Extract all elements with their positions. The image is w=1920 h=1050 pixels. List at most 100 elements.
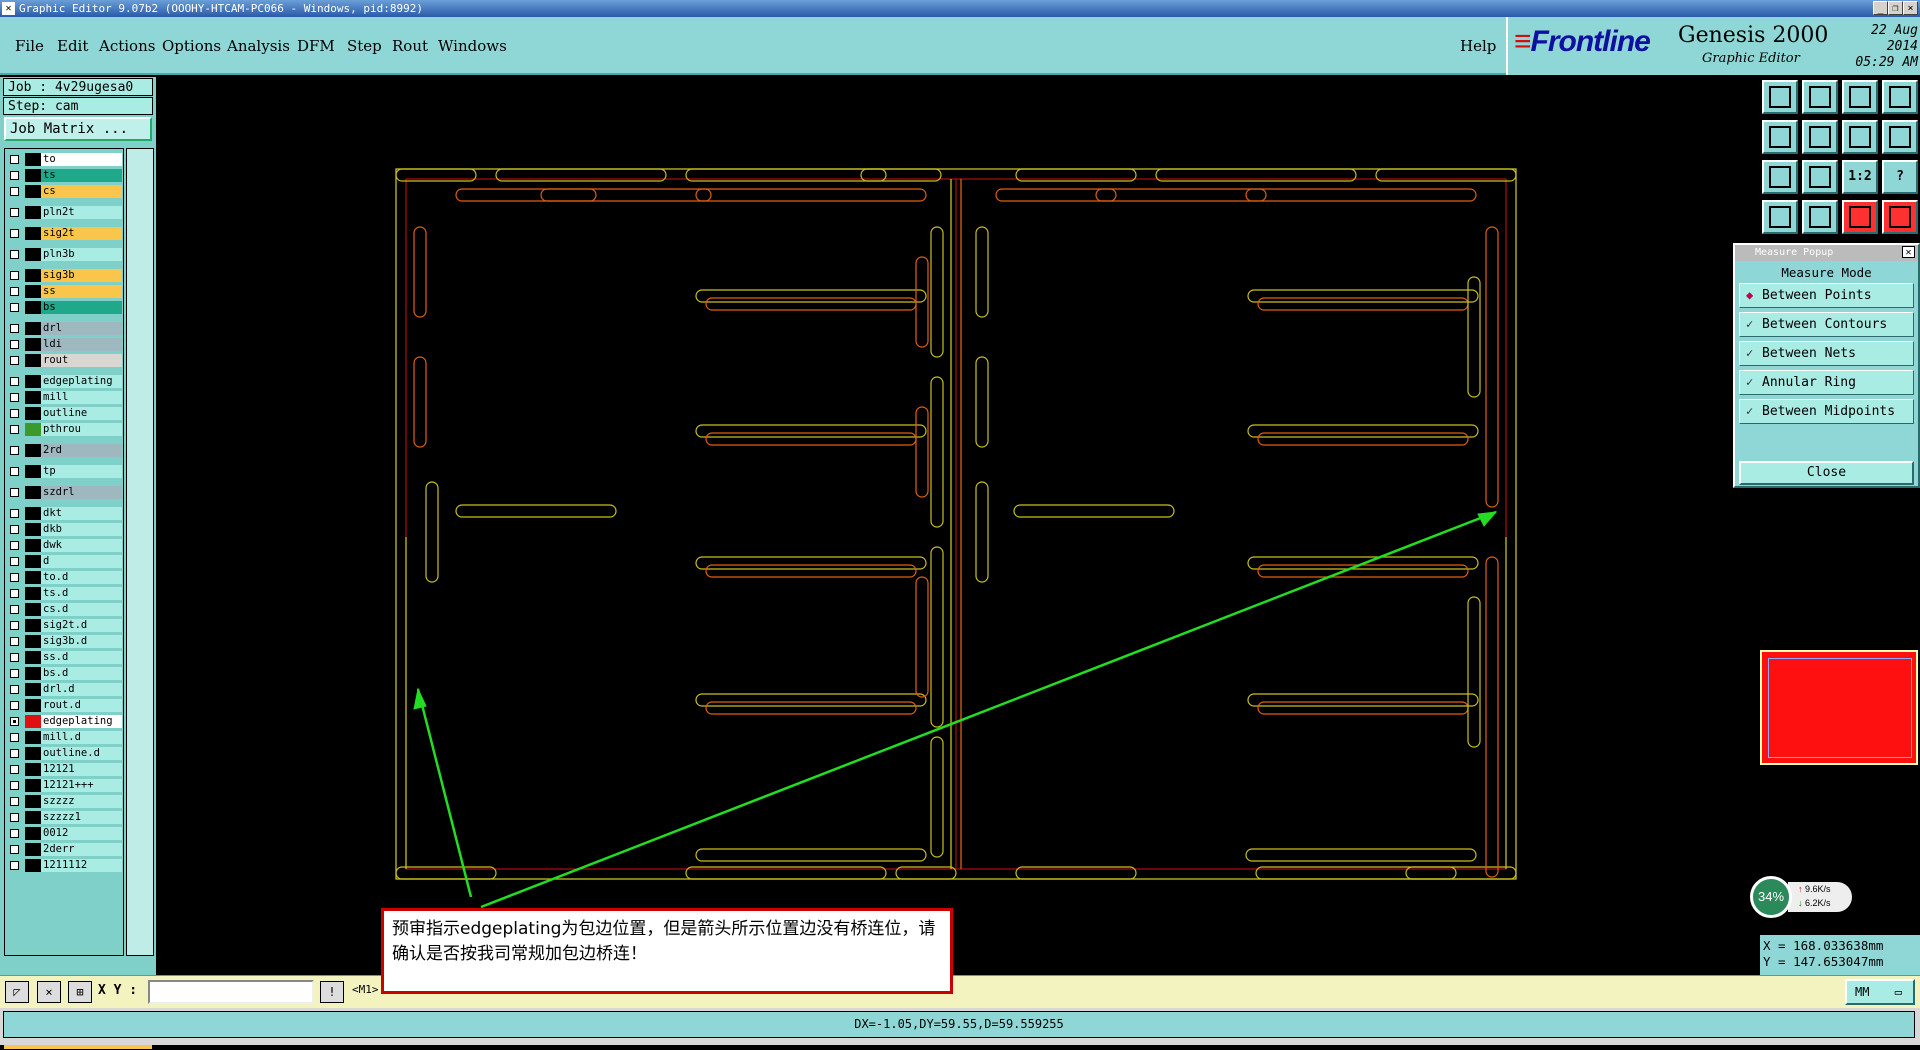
layer-checkbox[interactable]	[10, 717, 19, 726]
layer-color-swatch[interactable]	[25, 811, 41, 824]
layer-row[interactable]: ss	[5, 284, 123, 299]
layer-name[interactable]: szzzz1	[41, 811, 122, 824]
layer-name[interactable]: 2derr	[41, 843, 122, 856]
layer-checkbox[interactable]	[10, 155, 19, 164]
layer-checkbox[interactable]	[10, 340, 19, 349]
layer-row[interactable]: 1211112	[5, 858, 123, 873]
layer-row[interactable]: szzzz1	[5, 810, 123, 825]
layer-checkbox[interactable]	[10, 653, 19, 662]
layer-row[interactable]: ldi	[5, 337, 123, 352]
layer-list-scrollbar[interactable]	[126, 148, 154, 956]
layer-name[interactable]: outline	[41, 407, 122, 420]
layer-name[interactable]: 12121	[41, 763, 122, 776]
layer-name[interactable]: ss	[41, 285, 122, 298]
layer-checkbox[interactable]	[10, 229, 19, 238]
pan-right-button[interactable]	[1802, 120, 1838, 154]
layer-color-swatch[interactable]	[25, 285, 41, 298]
layer-checkbox[interactable]	[10, 208, 19, 217]
graphic-canvas[interactable]	[156, 77, 1760, 975]
layer-checkbox[interactable]	[10, 589, 19, 598]
layer-name[interactable]: cs.d	[41, 603, 122, 616]
layer-color-swatch[interactable]	[25, 667, 41, 680]
layer-name[interactable]: edgeplating	[41, 715, 122, 728]
menu-rout[interactable]: Rout	[392, 37, 428, 55]
home-button[interactable]	[1842, 80, 1878, 114]
layer-checkbox[interactable]	[10, 605, 19, 614]
layer-color-swatch[interactable]	[25, 444, 41, 457]
measure-option[interactable]: ✓ Annular Ring	[1739, 370, 1914, 395]
layer-row[interactable]: 0012	[5, 826, 123, 841]
layer-color-swatch[interactable]	[25, 843, 41, 856]
cross-mode-icon[interactable]: ⨯	[37, 981, 61, 1003]
restore-button[interactable]: ❐	[1888, 1, 1903, 15]
zoom-down-button[interactable]	[1802, 80, 1838, 114]
layer-checkbox[interactable]	[10, 749, 19, 758]
xy-input[interactable]	[148, 980, 314, 1004]
layer-checkbox[interactable]	[10, 377, 19, 386]
layer-checkbox[interactable]	[10, 813, 19, 822]
layer-color-swatch[interactable]	[25, 715, 41, 728]
layer-color-swatch[interactable]	[25, 153, 41, 166]
exclamation-button[interactable]: !	[320, 981, 344, 1003]
layer-color-swatch[interactable]	[25, 354, 41, 367]
layer-color-swatch[interactable]	[25, 391, 41, 404]
layer-name[interactable]: dwk	[41, 539, 122, 552]
layer-color-swatch[interactable]	[25, 169, 41, 182]
layer-checkbox[interactable]	[10, 393, 19, 402]
layer-name[interactable]: mill	[41, 391, 122, 404]
layer-checkbox[interactable]	[10, 303, 19, 312]
layer-checkbox[interactable]	[10, 356, 19, 365]
layer-name[interactable]: bs	[41, 301, 122, 314]
layer-color-swatch[interactable]	[25, 779, 41, 792]
layer-row[interactable]: sig3b	[5, 268, 123, 283]
measure-option[interactable]: ✓ Between Contours	[1739, 312, 1914, 337]
menu-analysis[interactable]: Analysis	[227, 37, 290, 55]
layer-color-swatch[interactable]	[25, 269, 41, 282]
layer-checkbox[interactable]	[10, 669, 19, 678]
layer-row[interactable]: bs	[5, 300, 123, 315]
layer-color-swatch[interactable]	[25, 486, 41, 499]
layer-row[interactable]: dwk	[5, 538, 123, 553]
layer-color-swatch[interactable]	[25, 206, 41, 219]
scale-one-to-two-button[interactable]: 1:2	[1842, 160, 1878, 194]
layer-name[interactable]: to	[41, 153, 122, 166]
layer-row[interactable]: edgeplating	[5, 714, 123, 729]
layer-color-swatch[interactable]	[25, 603, 41, 616]
layer-name[interactable]: dkb	[41, 523, 122, 536]
layer-checkbox[interactable]	[10, 409, 19, 418]
layer-row[interactable]: edgeplating	[5, 374, 123, 389]
layer-color-swatch[interactable]	[25, 523, 41, 536]
layer-checkbox[interactable]	[10, 781, 19, 790]
menu-help[interactable]: Help	[1460, 37, 1496, 55]
help-button[interactable]: ?	[1882, 160, 1918, 194]
layer-name[interactable]: dkt	[41, 507, 122, 520]
layer-row[interactable]: ts	[5, 168, 123, 183]
layer-checkbox[interactable]	[10, 621, 19, 630]
layer-checkbox[interactable]	[10, 557, 19, 566]
layer-checkbox[interactable]	[10, 425, 19, 434]
layer-name[interactable]: pln2t	[41, 206, 122, 219]
net-red-alt-button[interactable]	[1882, 200, 1918, 234]
layer-checkbox[interactable]	[10, 733, 19, 742]
layer-checkbox[interactable]	[10, 701, 19, 710]
layer-row[interactable]: tp	[5, 464, 123, 479]
menu-dfm[interactable]: DFM	[297, 37, 335, 55]
layer-color-swatch[interactable]	[25, 795, 41, 808]
layer-color-swatch[interactable]	[25, 301, 41, 314]
layer-row[interactable]: 2derr	[5, 842, 123, 857]
layer-color-swatch[interactable]	[25, 465, 41, 478]
layer-row[interactable]: mill	[5, 390, 123, 405]
layer-color-swatch[interactable]	[25, 185, 41, 198]
close-button[interactable]: ×	[1903, 1, 1918, 15]
select-mode-icon[interactable]: ◸	[5, 981, 29, 1003]
measure-button[interactable]	[1762, 200, 1798, 234]
layer-row[interactable]: cs.d	[5, 602, 123, 617]
layer-name[interactable]: rout.d	[41, 699, 122, 712]
layer-row[interactable]: ts.d	[5, 586, 123, 601]
layer-row[interactable]: 12121+++	[5, 778, 123, 793]
layer-row[interactable]: drl.d	[5, 682, 123, 697]
window-icon[interactable]: ✕	[2, 2, 15, 15]
menu-file[interactable]: File	[15, 37, 44, 55]
layer-color-swatch[interactable]	[25, 635, 41, 648]
layer-name[interactable]: 0012	[41, 827, 122, 840]
